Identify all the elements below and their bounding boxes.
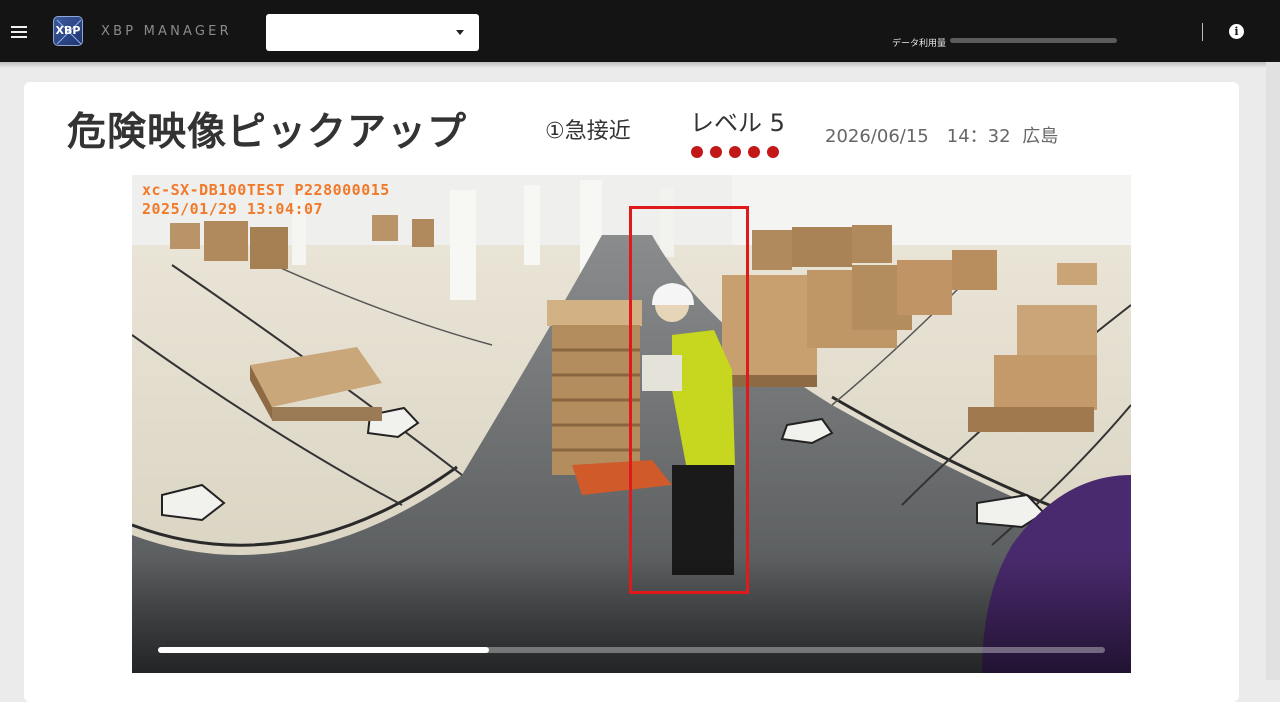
danger-level-dots (691, 143, 786, 158)
level-dot (710, 146, 722, 158)
event-location: 広島 (1022, 126, 1059, 147)
menu-icon[interactable] (11, 26, 27, 38)
video-player[interactable]: xc-SX-DB100TEST P228000015 2025/01/29 13… (132, 175, 1131, 673)
app-logo: XBP (53, 16, 83, 46)
page-scrollbar[interactable] (1266, 62, 1280, 680)
page-title: 危険映像ピックアップ (67, 110, 468, 155)
info-icon[interactable]: i (1229, 24, 1244, 39)
logo-text: XBP (55, 24, 81, 37)
top-app-bar: XBP XBP MANAGER データ利用量 i (0, 0, 1280, 62)
header-shadow (0, 62, 1280, 68)
video-seek-bar[interactable] (158, 647, 1105, 653)
level-dot (729, 146, 741, 158)
video-camera-id: xc-SX-DB100TEST P228000015 (142, 181, 390, 199)
event-date-time: 2026/06/15 14：32 (825, 126, 1011, 147)
level-dot (691, 146, 703, 158)
data-usage-label: データ利用量 (892, 39, 947, 49)
level-dot (748, 146, 760, 158)
danger-level-label: レベル 5 (690, 109, 785, 137)
event-datetime: 2026/06/15 14：32 広島 (825, 122, 1058, 148)
app-title: XBP MANAGER (101, 24, 232, 39)
video-seek-fill (158, 647, 490, 653)
event-type-label: ①急接近 (545, 119, 631, 144)
site-select-dropdown[interactable] (266, 14, 479, 51)
header-divider (1202, 23, 1203, 41)
data-usage-bar (950, 38, 1117, 43)
detection-box (629, 206, 749, 594)
level-dot (767, 146, 779, 158)
video-timestamp: 2025/01/29 13:04:07 (142, 200, 324, 218)
chevron-down-icon (456, 30, 464, 35)
